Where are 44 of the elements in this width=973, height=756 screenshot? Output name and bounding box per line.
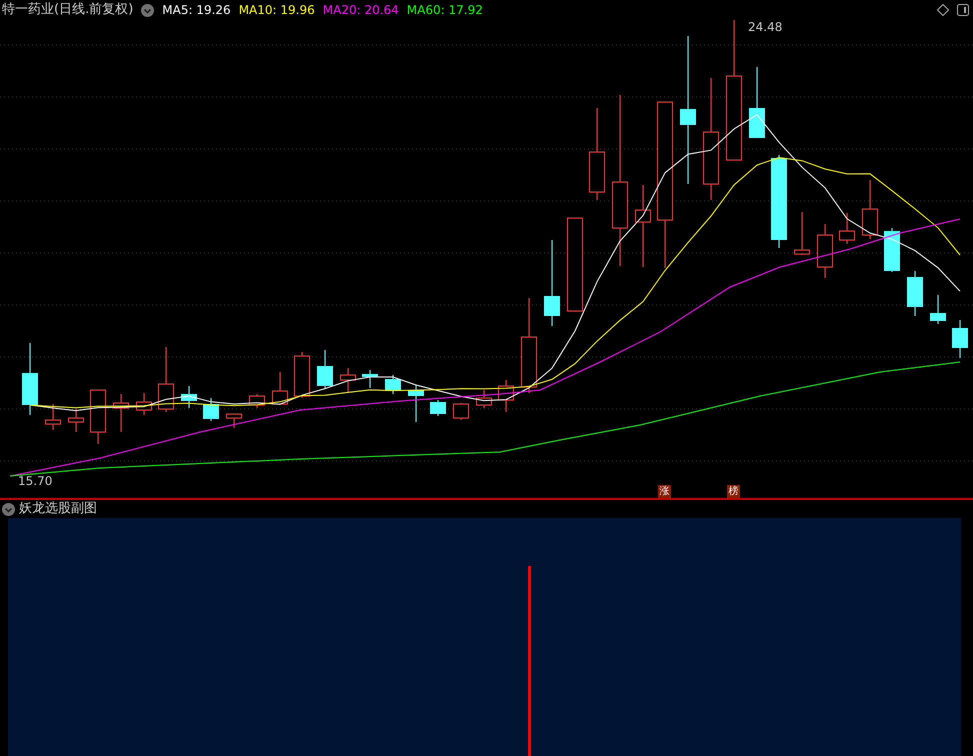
candlestick — [340, 368, 356, 394]
candlestick — [749, 66, 765, 138]
candlestick — [408, 384, 424, 422]
candlestick — [907, 270, 923, 316]
candlestick — [794, 212, 810, 256]
indicator-value: MA60: 17.92 — [406, 2, 483, 19]
signal-marker: 榜 — [727, 485, 740, 498]
candlestick — [476, 390, 492, 408]
candlestick — [90, 390, 106, 444]
candlestick — [952, 320, 968, 358]
candlestick — [249, 394, 265, 408]
candlestick — [203, 398, 219, 422]
candlestick — [839, 212, 855, 244]
candlestick — [317, 350, 333, 388]
price-label: 15.70 — [18, 473, 52, 490]
candlestick — [45, 404, 61, 430]
dropdown-icon[interactable] — [2, 502, 15, 516]
candlestick — [498, 380, 514, 412]
signal-marker: 涨 — [658, 485, 671, 498]
candlestick — [272, 372, 288, 406]
candlestick — [453, 402, 469, 420]
candlestick — [362, 370, 378, 388]
candlestick — [113, 394, 129, 432]
indicator-value: MA20: 20.64 — [322, 2, 399, 19]
candlestick — [158, 346, 174, 412]
candlestick — [817, 224, 833, 278]
window-icon[interactable] — [957, 4, 969, 16]
candlestick — [385, 374, 401, 394]
candlestick — [430, 400, 446, 416]
candlestick — [930, 294, 946, 324]
indicator-title: 妖龙选股副图 — [19, 500, 97, 518]
dropdown-icon[interactable] — [141, 4, 154, 16]
candlestick — [862, 180, 878, 240]
candlestick — [294, 352, 310, 398]
price-label: 24.48 — [748, 19, 782, 36]
candlestick — [226, 414, 242, 428]
indicator-value: MA5: 19.26 — [162, 2, 231, 19]
candlestick — [181, 386, 197, 408]
diamond-icon[interactable] — [937, 4, 949, 16]
candlestick — [68, 408, 84, 432]
stock-title: 特一药业(日线.前复权) — [2, 1, 134, 20]
indicator-value: MA10: 19.96 — [238, 2, 315, 19]
candlestick — [884, 228, 900, 272]
candlestick — [136, 392, 152, 416]
